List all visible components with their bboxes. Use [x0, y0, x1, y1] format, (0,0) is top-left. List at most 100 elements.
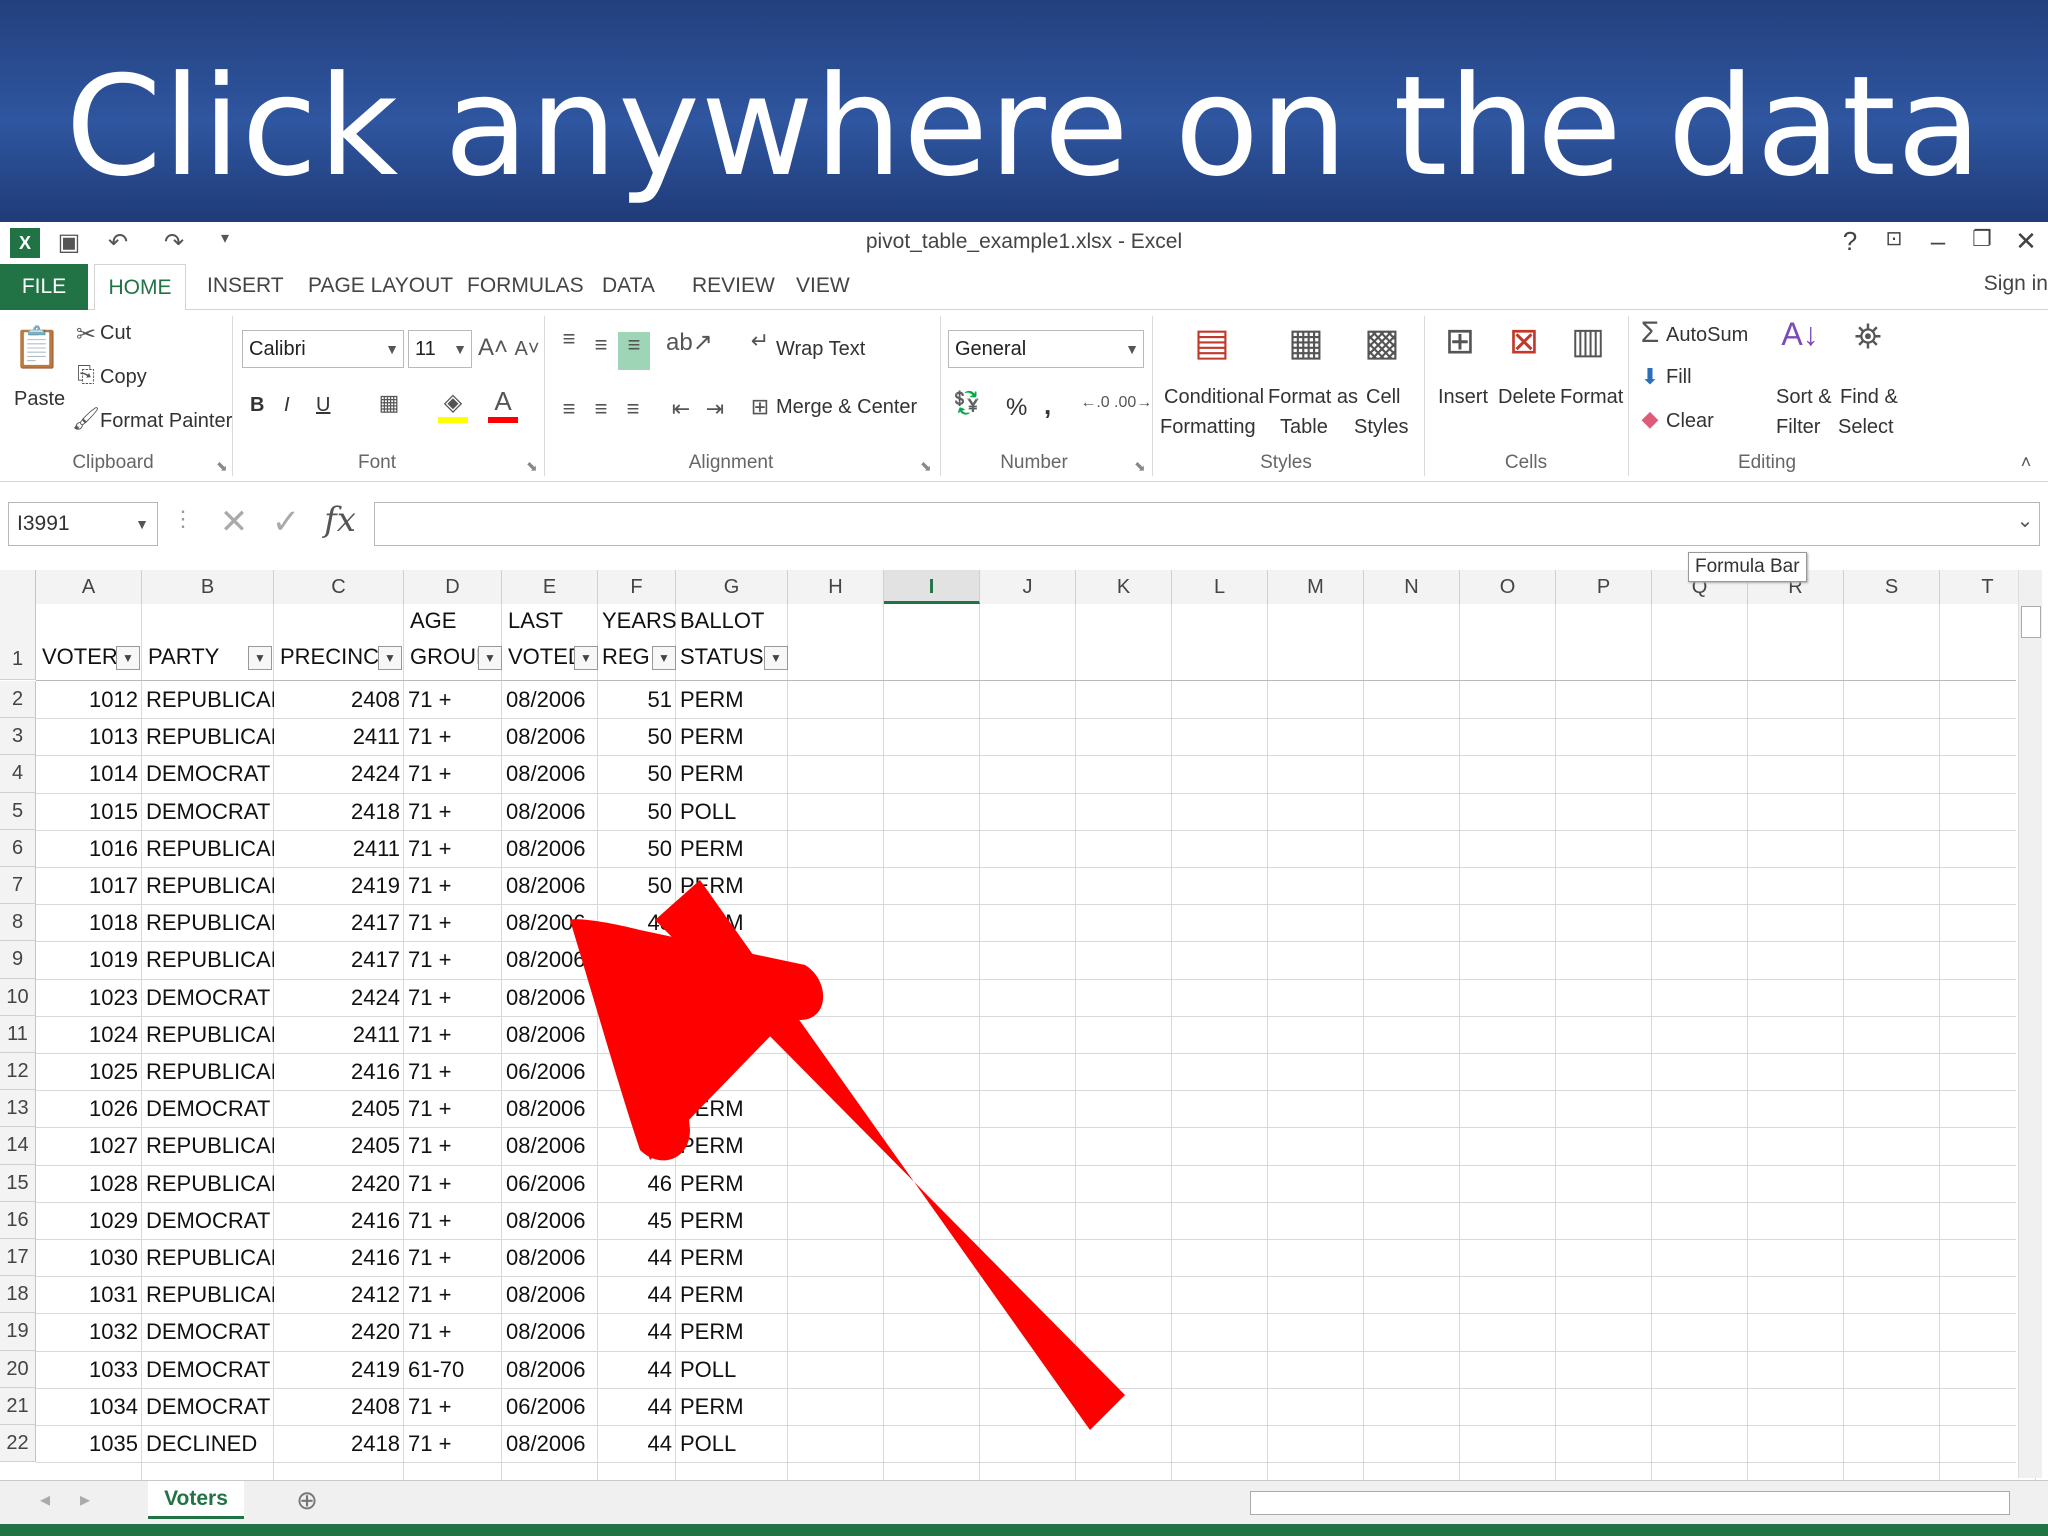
cell-party[interactable]: REPUBLICAN: [142, 718, 274, 755]
cell-precinct[interactable]: 2416: [274, 1202, 404, 1239]
column-header-d[interactable]: D: [404, 570, 502, 604]
orientation-icon[interactable]: ab↗: [666, 328, 713, 357]
cell-precinct[interactable]: 2408: [274, 681, 404, 718]
fill-color-icon[interactable]: ◈: [438, 388, 468, 423]
cell-years-reg[interactable]: [598, 1016, 676, 1053]
cell-precinct[interactable]: 2420: [274, 1165, 404, 1202]
clipboard-launcher-icon[interactable]: ⬊: [216, 458, 228, 475]
help-button[interactable]: ?: [1830, 226, 1870, 257]
cell-voter[interactable]: 1031: [36, 1276, 142, 1313]
cell-precinct[interactable]: 2419: [274, 867, 404, 904]
cell-last-voted[interactable]: 08/2006: [502, 1127, 598, 1164]
cell-years-reg[interactable]: 45: [598, 1202, 676, 1239]
cell-age-group[interactable]: 71 +: [404, 867, 502, 904]
align-center-icon[interactable]: ≡: [586, 396, 616, 422]
row-header[interactable]: 8: [0, 904, 36, 942]
cell-voter[interactable]: 1024: [36, 1016, 142, 1053]
cell-years-reg[interactable]: 48: [598, 904, 676, 941]
cell-age-group[interactable]: 71 +: [404, 755, 502, 792]
cell-years-reg[interactable]: [598, 1053, 676, 1090]
cell-age-group[interactable]: 71 +: [404, 681, 502, 718]
cell-years-reg[interactable]: 44: [598, 1276, 676, 1313]
delete-cells-icon[interactable]: ⊠: [1502, 320, 1546, 362]
cut-button[interactable]: Cut: [100, 322, 131, 345]
expand-formula-bar-icon[interactable]: ⌄: [2010, 508, 2040, 533]
column-header-m[interactable]: M: [1268, 570, 1364, 604]
collapse-ribbon-icon[interactable]: ˄: [2012, 452, 2040, 473]
cell-party[interactable]: DEMOCRAT: [142, 1090, 274, 1127]
wrap-text-button[interactable]: Wrap Text: [776, 338, 865, 361]
cell-party[interactable]: REPUBLICAN: [142, 1053, 274, 1090]
cell-years-reg[interactable]: [598, 941, 676, 978]
cell-last-voted[interactable]: 08/2006: [502, 1425, 598, 1462]
cell-party[interactable]: REPUBLICAN: [142, 1239, 274, 1276]
cell-years-reg[interactable]: [598, 1127, 676, 1164]
cell-party[interactable]: DEMOCRAT: [142, 1351, 274, 1388]
close-icon[interactable]: ✕: [2006, 226, 2046, 257]
header-voter[interactable]: VOTER: [38, 644, 122, 670]
row-header[interactable]: 11: [0, 1015, 36, 1053]
cell-last-voted[interactable]: 06/2006: [502, 1388, 598, 1425]
column-header-a[interactable]: A: [36, 570, 142, 604]
cell-age-group[interactable]: 71 +: [404, 1239, 502, 1276]
column-header-p[interactable]: P: [1556, 570, 1652, 604]
cell-precinct[interactable]: 2418: [274, 793, 404, 830]
cell-party[interactable]: REPUBLICAN: [142, 1276, 274, 1313]
italic-button[interactable]: I: [284, 394, 290, 417]
cell-last-voted[interactable]: 08/2006: [502, 830, 598, 867]
cell-party[interactable]: REPUBLICAN: [142, 1127, 274, 1164]
cell-last-voted[interactable]: 08/2006: [502, 1016, 598, 1053]
tab-file[interactable]: FILE: [0, 264, 88, 310]
cell-ballot-status[interactable]: PERM: [676, 718, 788, 755]
cell-ballot-status[interactable]: PERM: [676, 904, 788, 941]
column-header-c[interactable]: C: [274, 570, 404, 604]
bold-button[interactable]: B: [250, 394, 264, 417]
align-bottom-icon[interactable]: ≡: [618, 332, 650, 370]
accounting-format-icon[interactable]: 💱: [950, 390, 984, 416]
cell-years-reg[interactable]: [598, 979, 676, 1016]
format-as-table-button[interactable]: Format as: [1268, 386, 1358, 409]
row-header[interactable]: 15: [0, 1164, 36, 1202]
cell-years-reg[interactable]: 50: [598, 830, 676, 867]
cell-last-voted[interactable]: 08/2006: [502, 1276, 598, 1313]
fill-icon[interactable]: ⬇: [1636, 364, 1664, 390]
cell-age-group[interactable]: 71 +: [404, 1016, 502, 1053]
tab-view[interactable]: VIEW: [796, 274, 850, 298]
cancel-entry-icon[interactable]: ✕: [214, 502, 254, 542]
row-header[interactable]: 9: [0, 941, 36, 979]
cell-precinct[interactable]: 2417: [274, 904, 404, 941]
row-header[interactable]: 17: [0, 1239, 36, 1277]
cell-last-voted[interactable]: 08/2006: [502, 755, 598, 792]
column-header-s[interactable]: S: [1844, 570, 1940, 604]
paste-icon[interactable]: 📋: [12, 324, 62, 371]
align-middle-icon[interactable]: ≡: [586, 332, 616, 358]
header-years-line1[interactable]: YEARS: [598, 608, 681, 634]
cell-voter[interactable]: 1029: [36, 1202, 142, 1239]
align-left-icon[interactable]: ≡: [554, 396, 584, 422]
increase-indent-icon[interactable]: ⇥: [700, 396, 730, 422]
cell-styles-icon[interactable]: ▩: [1360, 320, 1404, 365]
cell-years-reg[interactable]: 50: [598, 755, 676, 792]
cell-voter[interactable]: 1013: [36, 718, 142, 755]
fill-button[interactable]: Fill: [1666, 366, 1692, 389]
format-painter-button[interactable]: Format Painter: [100, 410, 232, 433]
cell-precinct[interactable]: 2405: [274, 1090, 404, 1127]
clear-icon[interactable]: ◆: [1636, 406, 1664, 432]
cell-party[interactable]: REPUBLICAN: [142, 681, 274, 718]
scroll-sheets-right-icon[interactable]: ▸: [70, 1487, 100, 1512]
insert-cells-button[interactable]: Insert: [1438, 386, 1488, 409]
column-header-k[interactable]: K: [1076, 570, 1172, 604]
header-party[interactable]: PARTY: [144, 644, 223, 670]
format-cells-button[interactable]: Format: [1560, 386, 1623, 409]
number-format-combo[interactable]: General ▼: [948, 330, 1144, 368]
cell-last-voted[interactable]: 08/2006: [502, 1239, 598, 1276]
autosum-button[interactable]: AutoSum: [1666, 324, 1748, 347]
cell-years-reg[interactable]: 44: [598, 1351, 676, 1388]
cell-last-voted[interactable]: 08/2006: [502, 979, 598, 1016]
cell-years-reg[interactable]: 46: [598, 1165, 676, 1202]
cell-age-group[interactable]: 71 +: [404, 718, 502, 755]
row-header[interactable]: 4: [0, 755, 36, 793]
horizontal-scrollbar[interactable]: [1250, 1491, 2010, 1515]
column-header-n[interactable]: N: [1364, 570, 1460, 604]
cell-voter[interactable]: 1033: [36, 1351, 142, 1388]
